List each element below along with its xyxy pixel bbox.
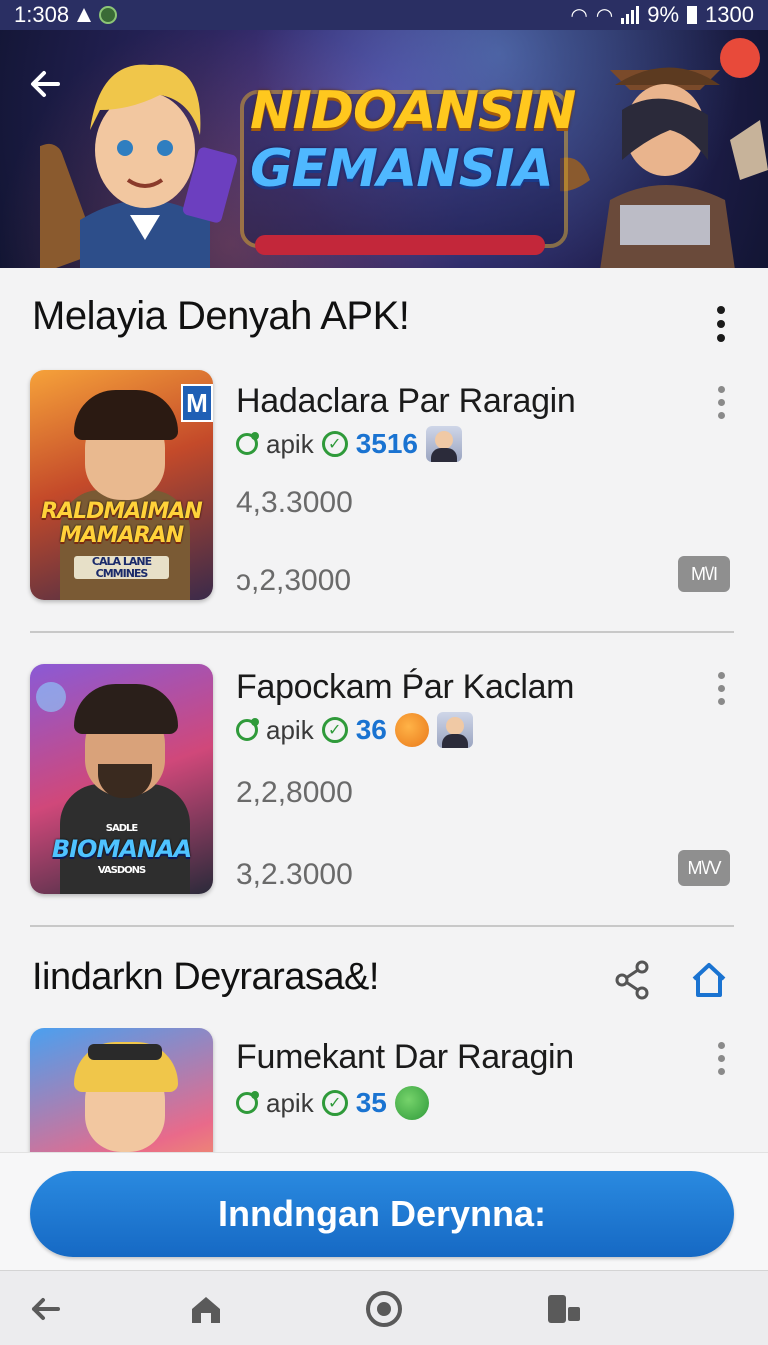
- divider: [30, 925, 734, 927]
- status-clock: 1300: [705, 2, 754, 27]
- divider: [30, 631, 734, 633]
- verified-icon: ✓: [321, 1090, 348, 1116]
- thumbnail-caption-2: MAMARAN: [59, 523, 184, 548]
- thumbnail-art: SADLE BIOMANAA VASDONS: [30, 664, 213, 894]
- home-icon[interactable]: [690, 960, 728, 1000]
- nav-home-icon[interactable]: [186, 1289, 226, 1329]
- logo-line-1: NIDOANSIN: [250, 81, 576, 141]
- wifi-icon: ◠: [570, 4, 588, 27]
- app-meta: apik ✓ 35: [236, 1086, 429, 1120]
- thumbnail-caption-1: BIOMANAA: [51, 835, 192, 863]
- game-logo: NIDOANSIN GEMANSIA: [250, 81, 576, 199]
- emoji-icon: [394, 713, 429, 747]
- app-thumbnail[interactable]: SADLE BIOMANAA VASDONS: [30, 664, 213, 894]
- status-time: 1:308: [14, 2, 70, 27]
- logo-ribbon: [255, 235, 545, 255]
- app-thumbnail[interactable]: [30, 1028, 213, 1152]
- verified-icon: ✓: [321, 717, 348, 743]
- app-title[interactable]: Hadaclara Par Raragin: [236, 382, 576, 421]
- hero-right-character: [560, 38, 768, 268]
- thumbnail-art: [30, 1028, 213, 1152]
- app-menu-icon[interactable]: [716, 386, 726, 419]
- apk-icon: [236, 1091, 259, 1114]
- thumbnail-art: M RALDMAIMAN MAMARAN CALA LANE CMMINES: [30, 370, 213, 600]
- wifi-alt-icon: ◠: [595, 4, 614, 27]
- thumbnail-caption-0: SADLE: [105, 823, 138, 834]
- share-icon[interactable]: [614, 960, 650, 1000]
- app-value-secondary: ɔ,2,3000: [236, 564, 352, 597]
- app-meta: apik ✓ 36: [236, 712, 473, 748]
- nav-recents-icon[interactable]: [544, 1289, 584, 1329]
- developer-avatar: [436, 712, 473, 748]
- nav-back-icon[interactable]: [26, 1289, 66, 1329]
- hero-left-character: [40, 64, 238, 268]
- battery-icon: [687, 6, 698, 24]
- download-count: 36: [355, 714, 387, 745]
- download-count: 35: [355, 1087, 387, 1118]
- thumbnail-caption-3: CALA LANE CMMINES: [74, 556, 169, 580]
- app-title[interactable]: Fumekant Dar Raragin: [236, 1038, 574, 1077]
- app-menu-icon[interactable]: [716, 672, 726, 705]
- verified-icon: ✓: [321, 431, 348, 457]
- download-count: 3516: [355, 428, 418, 459]
- apk-label: apik: [266, 1087, 314, 1118]
- apk-icon: [236, 432, 259, 455]
- signal-icon: [621, 6, 640, 24]
- app-title[interactable]: Fapockam Ṕar Kaclam: [236, 668, 575, 707]
- app-value-primary: 4,3.3000: [236, 486, 353, 519]
- emoji-icon: [394, 1086, 429, 1120]
- nav-assistant-icon[interactable]: [364, 1289, 404, 1329]
- app-badge[interactable]: M\/V: [678, 850, 730, 886]
- apk-label: apik: [266, 714, 314, 745]
- battery-percent: 9%: [647, 2, 680, 27]
- system-nav-bar: [0, 1270, 768, 1345]
- apk-icon: [236, 718, 259, 741]
- thumbnail-corner-badge: M: [181, 384, 213, 422]
- apk-label: apik: [266, 428, 314, 459]
- thumbnail-caption-1: RALDMAIMAN: [41, 499, 203, 524]
- logo-line-2: GEMANSIA: [250, 139, 554, 199]
- section-title-2: Iindarkn Deyrarasa&!: [32, 956, 379, 998]
- app-value-secondary: 3,2.3000: [236, 858, 353, 891]
- app-card[interactable]: Fumekant Dar Raragin apik ✓ 35: [0, 1028, 768, 1152]
- notification-icon: [77, 8, 92, 22]
- section-title: Melayia Denyah APK!: [32, 294, 410, 338]
- section-menu-icon[interactable]: [716, 306, 726, 342]
- app-menu-icon[interactable]: [716, 1042, 726, 1075]
- app-thumbnail[interactable]: M RALDMAIMAN MAMARAN CALA LANE CMMINES: [30, 370, 213, 600]
- app-value-primary: 2,2,8000: [236, 776, 353, 809]
- status-bar: 1:308 ◠ ◠ 9% 1300: [0, 0, 768, 30]
- app-badge[interactable]: M\/I: [678, 556, 730, 592]
- cta-bar: Inndngan Derynna:: [0, 1152, 768, 1271]
- download-button[interactable]: Inndngan Derynna:: [30, 1171, 734, 1257]
- developer-avatar: [426, 426, 462, 462]
- back-arrow-icon[interactable]: [26, 64, 66, 104]
- thumbnail-caption-2: VASDONS: [97, 865, 146, 876]
- app-meta: apik ✓ 3516: [236, 426, 462, 462]
- hero-banner: NIDOANSIN GEMANSIA: [0, 30, 768, 268]
- app-notification-icon: [99, 6, 118, 24]
